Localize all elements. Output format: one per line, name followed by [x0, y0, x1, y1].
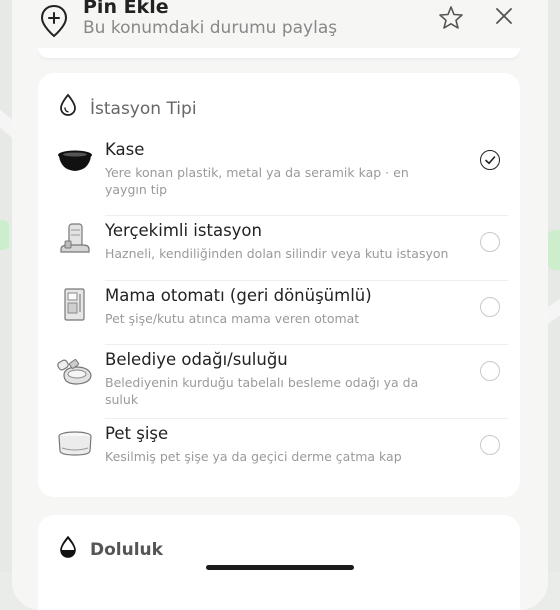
vending-machine-icon: [64, 288, 85, 321]
option-divider: [105, 215, 508, 216]
option-food-vending-machine[interactable]: Mama otomatı (geri dönüşümlü) Pet şişe/k…: [56, 286, 508, 342]
water-drop-outline-icon: [60, 93, 76, 116]
close-button[interactable]: [492, 4, 516, 28]
option-divider: [105, 418, 508, 419]
water-drop-half-icon: [60, 535, 76, 558]
close-icon: [496, 8, 512, 24]
radio-selected[interactable]: [480, 150, 500, 170]
page-subtitle: Bu konumdaki durumu paylaş: [83, 18, 338, 38]
page-title: Pin Ekle: [83, 0, 169, 18]
gravity-feeder-icon: [60, 223, 90, 253]
option-gravity-station[interactable]: Yerçekimli istasyon Hazneli, kendiliğind…: [56, 221, 508, 277]
cut-bottle-icon: [58, 431, 92, 456]
option-description: Kesilmiş pet şişe ya da geçici derme çat…: [105, 449, 402, 464]
station-type-heading: İstasyon Tipi: [90, 99, 197, 119]
option-label: Belediye odağı/suluğu: [105, 350, 288, 369]
bowl-icon: [58, 150, 92, 171]
radio-unselected[interactable]: [480, 361, 500, 381]
option-label: Mama otomatı (geri dönüşümlü): [105, 286, 372, 305]
add-pin-sheet: Pin Ekle Bu konumdaki durumu paylaş İsta…: [12, 0, 548, 610]
radio-unselected[interactable]: [480, 232, 500, 252]
sheet-header: Pin Ekle Bu konumdaki durumu paylaş: [12, 0, 548, 80]
option-description: Belediyenin kurduğu tabelalı besleme oda…: [105, 375, 419, 407]
option-description: Yere konan plastik, metal ya da seramik …: [105, 165, 409, 197]
checkmark-icon: [485, 156, 496, 165]
previous-card-edge: [38, 48, 520, 58]
option-divider: [105, 344, 508, 345]
fullness-heading: Doluluk: [90, 540, 163, 560]
option-municipal-feeder[interactable]: Belediye odağı/suluğu Belediyenin kurduğ…: [56, 350, 508, 418]
option-label: Yerçekimli istasyon: [105, 221, 262, 240]
radio-unselected[interactable]: [480, 297, 500, 317]
star-icon: [439, 6, 463, 29]
fullness-card: Doluluk: [38, 515, 520, 610]
add-pin-icon: [40, 4, 68, 38]
station-type-card: İstasyon Tipi Kase Yere konan plastik, m…: [38, 73, 520, 497]
option-description: Pet şişe/kutu atınca mama veren otomat: [105, 311, 360, 326]
option-label: Pet şişe: [105, 424, 169, 443]
home-indicator[interactable]: [206, 565, 354, 570]
radio-unselected[interactable]: [480, 435, 500, 455]
municipal-feeder-icon: [57, 359, 92, 385]
option-pet-bottle[interactable]: Pet şişe Kesilmiş pet şişe ya da geçici …: [56, 424, 508, 480]
option-label: Kase: [105, 140, 145, 159]
favorite-star-button[interactable]: [437, 4, 465, 32]
option-divider: [105, 280, 508, 281]
option-description: Hazneli, kendiliğinden dolan silindir ve…: [105, 246, 449, 261]
option-kase[interactable]: Kase Yere konan plastik, metal ya da ser…: [56, 140, 508, 208]
